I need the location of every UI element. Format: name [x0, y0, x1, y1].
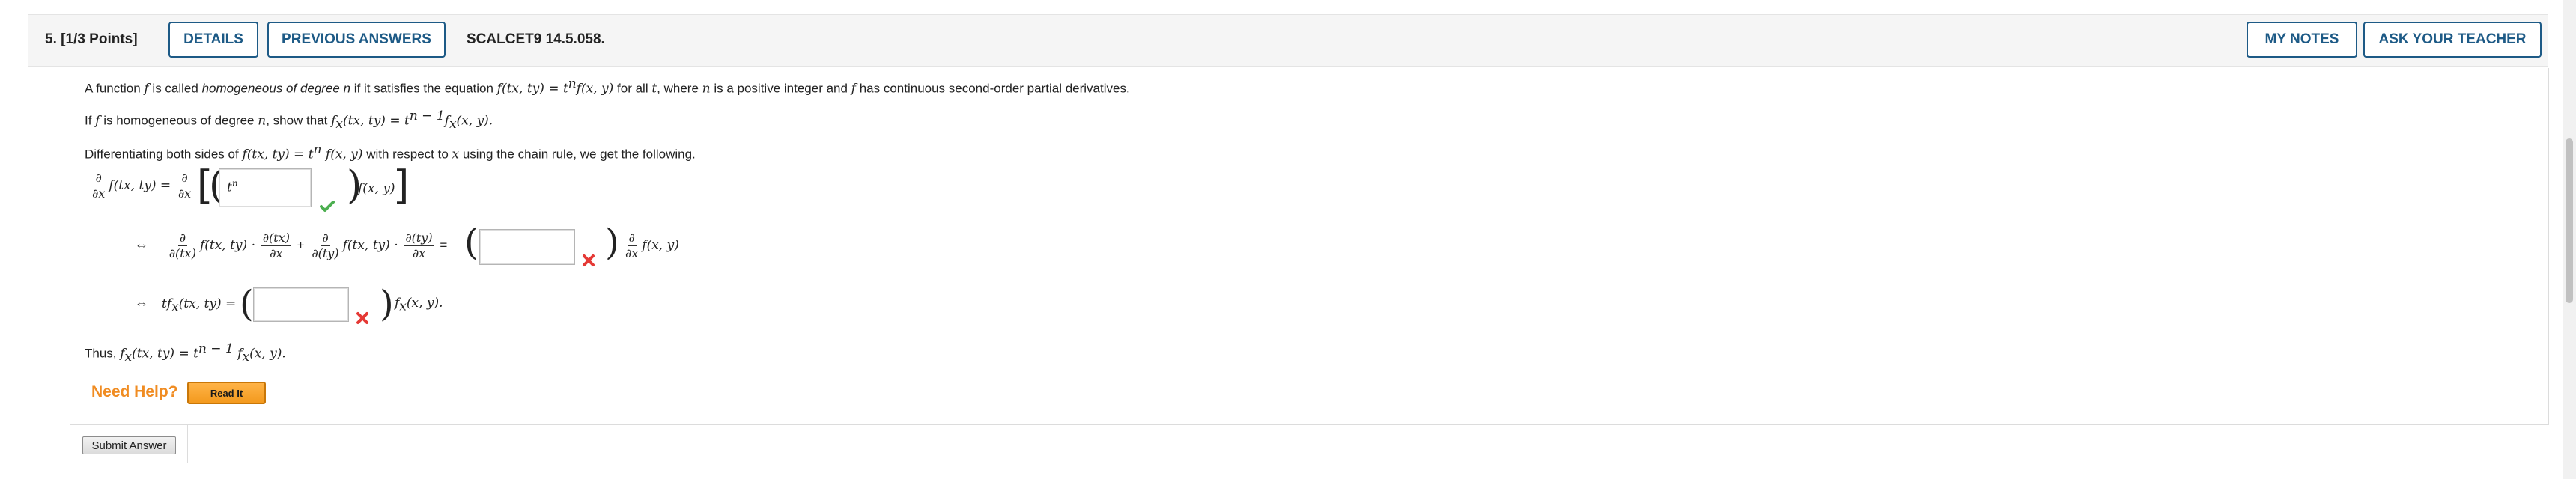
left-paren: ( — [464, 222, 479, 263]
partial-dtx-fraction: ∂ ∂(tx) — [168, 231, 196, 260]
dty-dx-fraction: ∂(ty) ∂x — [404, 231, 434, 260]
step3-equation: ⇔ tfx(tx, ty) = — [135, 296, 237, 315]
points-label: [1/3 Points] — [61, 31, 138, 47]
ask-your-teacher-button[interactable]: ASK YOUR TEACHER — [2363, 22, 2542, 58]
correct-check-icon — [320, 201, 335, 212]
submit-answer-button[interactable]: Submit Answer — [82, 436, 176, 454]
step1-fxy: f(x, y) — [358, 181, 395, 196]
step1-answer-field[interactable]: tn — [219, 168, 312, 207]
dtx-dx-fraction: ∂(tx) ∂x — [261, 231, 291, 260]
right-bracket: ] — [394, 163, 410, 208]
problem-statement: A function f is called homogeneous of de… — [85, 76, 1130, 97]
read-it-button[interactable]: Read It — [187, 382, 266, 404]
incorrect-x-icon — [356, 312, 368, 324]
need-help-label: Need Help? — [91, 383, 178, 400]
step2-rhs: ∂ ∂x f(x, y) — [625, 231, 679, 260]
question-header: 5. [1/3 Points] DETAILS PREVIOUS ANSWERS… — [28, 14, 2548, 67]
instruction-text: Differentiating both sides of f(tx, ty) … — [85, 142, 696, 162]
step3-answer-field[interactable] — [253, 287, 349, 322]
right-paren: ) — [605, 222, 619, 263]
details-button[interactable]: DETAILS — [168, 22, 258, 58]
incorrect-x-icon — [583, 254, 595, 266]
problem-task: If f is homogeneous of degree n, show th… — [85, 109, 493, 132]
previous-answers-button[interactable]: PREVIOUS ANSWERS — [267, 22, 446, 58]
question-number: 5. [1/3 Points] — [45, 31, 138, 47]
partial-dx-fraction: ∂ ∂x — [92, 171, 106, 201]
step1-lhs: ∂ ∂x f(tx, ty) = ∂ ∂x — [92, 171, 192, 201]
partial-dx-fraction: ∂ ∂x — [625, 231, 639, 260]
iff-symbol: ⇔ — [135, 296, 148, 311]
step2-equation: ⇔ ∂ ∂(tx) f(tx, ty) · ∂(tx) ∂x + ∂ ∂(ty) f(tx… — [135, 231, 448, 260]
step3-rhs: fx(x, y). — [395, 296, 443, 314]
partial-dty-fraction: ∂ ∂(ty) — [312, 231, 339, 260]
partial-dx-fraction: ∂ ∂x — [177, 171, 192, 201]
right-paren: ) — [380, 283, 394, 325]
step2-answer-field[interactable] — [479, 229, 575, 265]
my-notes-button[interactable]: MY NOTES — [2247, 22, 2357, 58]
problem-code: SCALCET9 14.5.058. — [467, 31, 605, 47]
scrollbar-thumb[interactable] — [2566, 138, 2573, 303]
left-paren: ( — [240, 283, 254, 325]
conclusion-text: Thus, fx(tx, ty) = tn − 1 fx(x, y). — [85, 341, 286, 365]
iff-symbol: ⇔ — [135, 237, 148, 252]
